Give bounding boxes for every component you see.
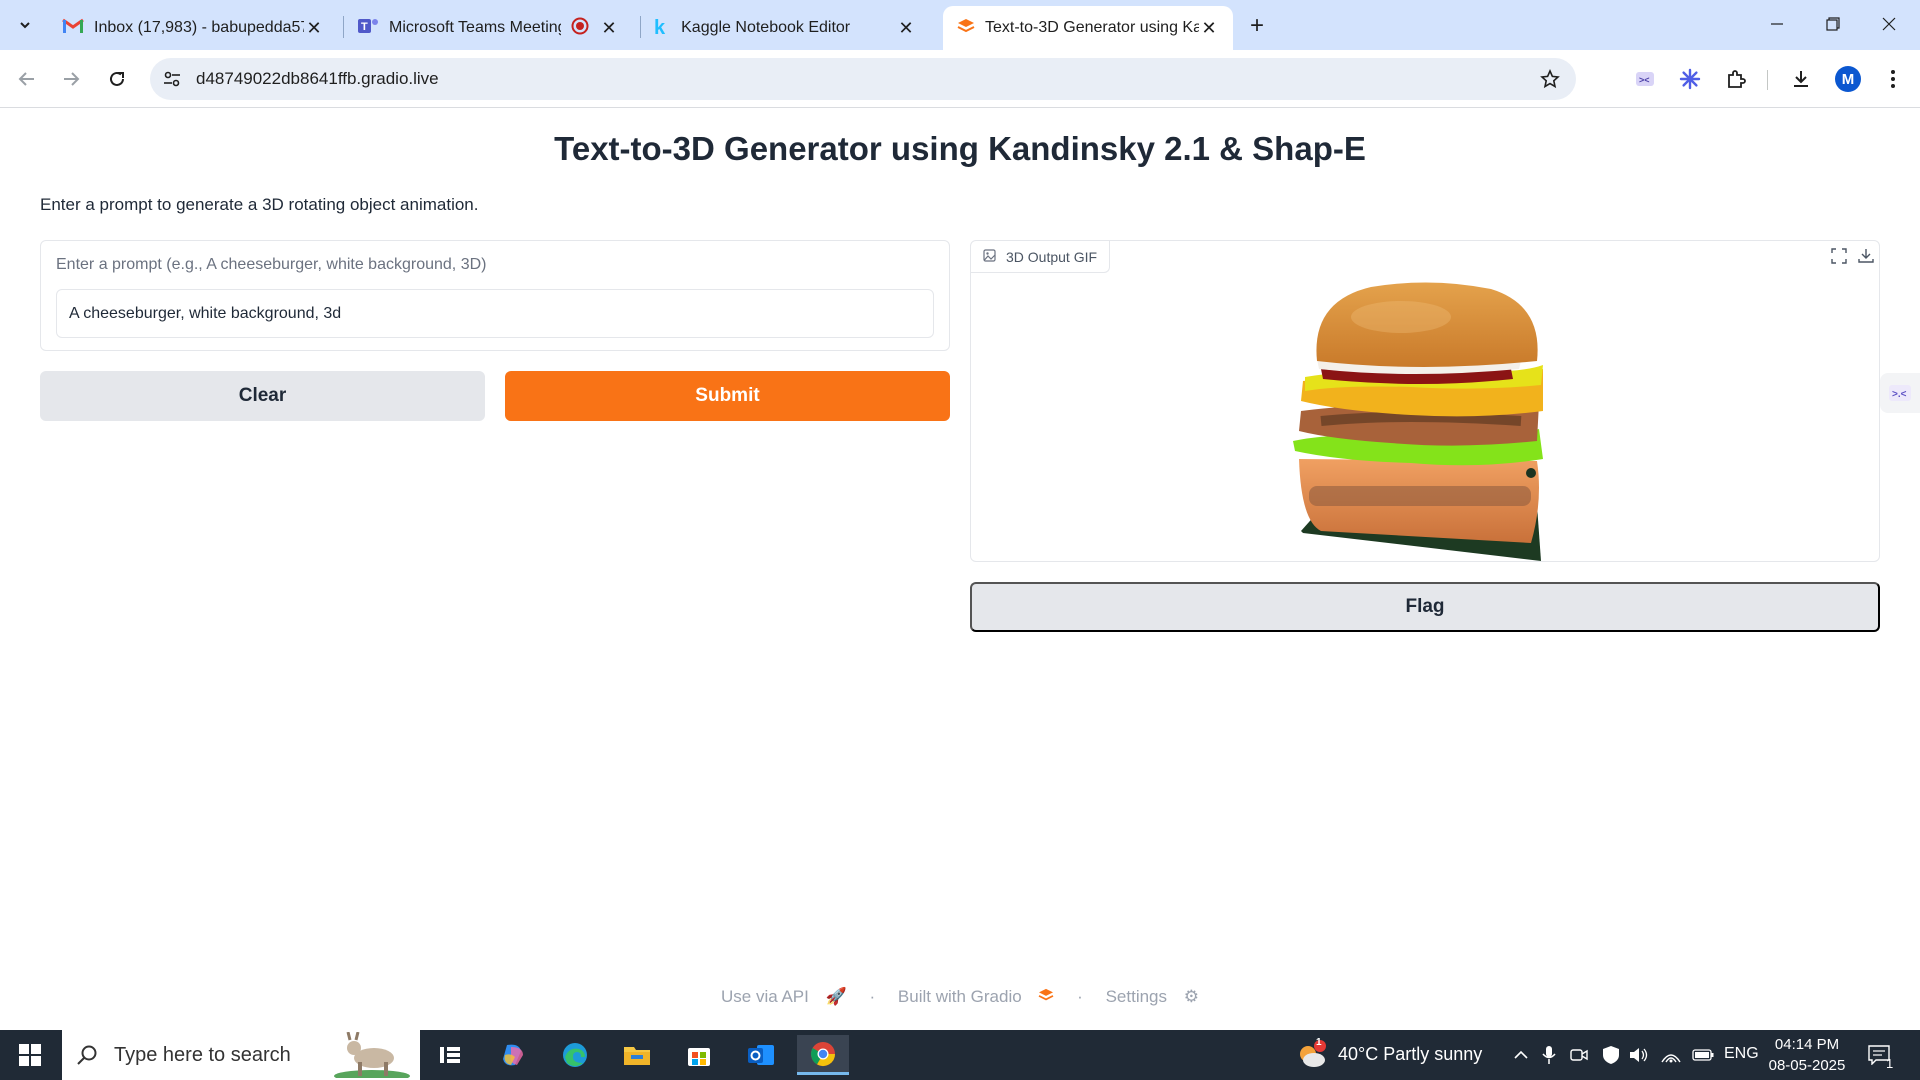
forward-arrow-icon[interactable] (56, 64, 86, 94)
profile-avatar[interactable]: M (1835, 66, 1861, 92)
search-highlight-illustration-icon (332, 1031, 412, 1080)
extensions-puzzle-icon[interactable] (1721, 64, 1751, 94)
language-indicator[interactable]: ENG (1724, 1045, 1759, 1063)
download-output-icon[interactable] (1855, 245, 1877, 267)
show-hidden-icons-chevron-up-icon[interactable] (1510, 1044, 1532, 1066)
prompt-input[interactable] (56, 289, 934, 338)
cheeseburger-3d-render (1293, 282, 1543, 561)
download-icon[interactable] (1786, 64, 1816, 94)
extension-icon[interactable]: >< (1630, 64, 1660, 94)
settings-link[interactable]: Settings ⚙ (1100, 987, 1205, 1006)
taskbar-search-placeholder: Type here to search (114, 1043, 291, 1066)
svg-text:><: >< (1639, 75, 1650, 85)
volume-icon[interactable] (1628, 1044, 1650, 1066)
output-label-text: 3D Output GIF (1006, 248, 1098, 265)
built-with-gradio-text: Built with Gradio (897, 987, 1022, 1006)
outlook-icon[interactable] (735, 1035, 787, 1075)
clock-date: 08-05-2025 (1768, 1057, 1846, 1074)
network-icon[interactable] (1660, 1044, 1682, 1066)
gradio-icon (957, 18, 975, 39)
browser-toolbar: d48749022db8641ffb.gradio.live >< M (0, 50, 1920, 108)
use-via-api-text: Use via API (721, 987, 809, 1006)
file-explorer-icon[interactable] (611, 1035, 663, 1075)
toolbar-divider (1767, 70, 1768, 90)
tab-gmail[interactable]: Inbox (17,983) - babupedda574 ✕ (48, 6, 338, 50)
clock[interactable]: 04:14 PM 08-05-2025 (1762, 1034, 1852, 1076)
back-arrow-icon[interactable] (12, 64, 42, 94)
close-icon[interactable]: ✕ (896, 18, 916, 38)
microphone-icon[interactable] (1538, 1044, 1560, 1066)
tab-title: Microsoft Teams Meeting | (389, 19, 561, 36)
windows-start-icon[interactable] (0, 1030, 60, 1080)
tab-kaggle[interactable]: k Kaggle Notebook Editor ✕ (640, 6, 930, 50)
close-icon[interactable]: ✕ (1199, 18, 1219, 38)
tab-title: Kaggle Notebook Editor (681, 19, 851, 36)
gradio-logo-icon (1038, 987, 1054, 1006)
edge-browser-icon[interactable] (549, 1035, 601, 1075)
close-icon[interactable]: ✕ (599, 18, 619, 38)
minimize-icon[interactable] (1754, 8, 1800, 40)
weather-badge: 1 (1316, 1037, 1322, 1048)
chrome-taskbar-icon[interactable] (797, 1035, 849, 1075)
page-title: Text-to-3D Generator using Kandinsky 2.1… (554, 130, 1366, 167)
tab-search-chevron-icon[interactable] (12, 12, 38, 38)
clear-button[interactable]: Clear (40, 371, 485, 421)
restore-icon[interactable] (1810, 8, 1856, 40)
search-icon (74, 1042, 100, 1068)
side-dock-tab[interactable]: >.< (1880, 373, 1920, 413)
meet-now-icon[interactable] (1568, 1044, 1590, 1066)
task-view-icon[interactable] (424, 1035, 476, 1075)
gemini-star-icon[interactable] (1675, 64, 1705, 94)
kaggle-icon: k (654, 16, 666, 39)
svg-text:>.<: >.< (1892, 389, 1907, 400)
rocket-icon: 🚀 (825, 987, 847, 1006)
prompt-label: Enter a prompt (e.g., A cheeseburger, wh… (56, 256, 487, 273)
tab-title: Text-to-3D Generator using Kan (985, 19, 1199, 36)
copilot-icon[interactable] (487, 1035, 539, 1075)
tab-title: Inbox (17,983) - babupedda574 (94, 19, 304, 36)
built-with-gradio-link[interactable]: Built with Gradio (892, 987, 1065, 1006)
browser-tabstrip: Inbox (17,983) - babupedda574 ✕ T Micros… (0, 0, 1920, 50)
battery-icon[interactable] (1692, 1044, 1714, 1066)
prompt-textbox-block: Enter a prompt (e.g., A cheeseburger, wh… (40, 240, 950, 351)
footer-separator: · (869, 987, 876, 1006)
submit-button[interactable]: Submit (505, 371, 950, 421)
close-icon[interactable]: ✕ (304, 18, 324, 38)
windows-taskbar: Type here to search 1 40°C Partly sunny (0, 1030, 1920, 1080)
bookmark-star-icon[interactable] (1538, 67, 1562, 91)
settings-text: Settings (1105, 987, 1168, 1006)
gear-icon: ⚙ (1183, 987, 1199, 1006)
teams-icon: T (357, 16, 379, 41)
weather-icon[interactable] (1296, 1040, 1328, 1075)
windows-security-shield-icon[interactable] (1600, 1044, 1622, 1066)
window-close-icon[interactable] (1866, 8, 1912, 40)
use-via-api-link[interactable]: Use via API 🚀 (715, 987, 853, 1006)
tab-gradio-active[interactable]: Text-to-3D Generator using Kan ✕ (943, 6, 1233, 50)
flag-button[interactable]: Flag (970, 582, 1880, 632)
site-info-tune-icon[interactable] (160, 67, 184, 91)
tab-teams[interactable]: T Microsoft Teams Meeting | ✕ (343, 6, 633, 50)
output-image-panel: 3D Output GIF (970, 240, 1880, 562)
more-menu-icon[interactable] (1878, 64, 1908, 94)
footer: Use via API 🚀 · Built with Gradio · Sett… (0, 987, 1920, 1007)
microsoft-store-icon[interactable] (673, 1035, 725, 1075)
svg-text:T: T (361, 21, 368, 33)
footer-separator: · (1077, 987, 1083, 1006)
output-label-tag: 3D Output GIF (971, 241, 1111, 273)
address-bar[interactable]: d48749022db8641ffb.gradio.live (150, 58, 1576, 100)
fullscreen-icon[interactable] (1828, 245, 1850, 267)
reload-icon[interactable] (102, 64, 132, 94)
new-tab-plus-icon[interactable]: + (1243, 12, 1271, 40)
page-description: Enter a prompt to generate a 3D rotating… (40, 195, 479, 214)
image-icon (983, 248, 996, 265)
weather-text[interactable]: 40°C Partly sunny (1338, 1044, 1482, 1065)
recording-icon (571, 17, 589, 40)
taskbar-search-box[interactable]: Type here to search (62, 1030, 420, 1080)
clock-time: 04:14 PM (1774, 1036, 1840, 1053)
url-text[interactable]: d48749022db8641ffb.gradio.live (196, 69, 439, 89)
gmail-icon (62, 18, 84, 39)
notification-count-badge: 1 (1886, 1056, 1894, 1071)
